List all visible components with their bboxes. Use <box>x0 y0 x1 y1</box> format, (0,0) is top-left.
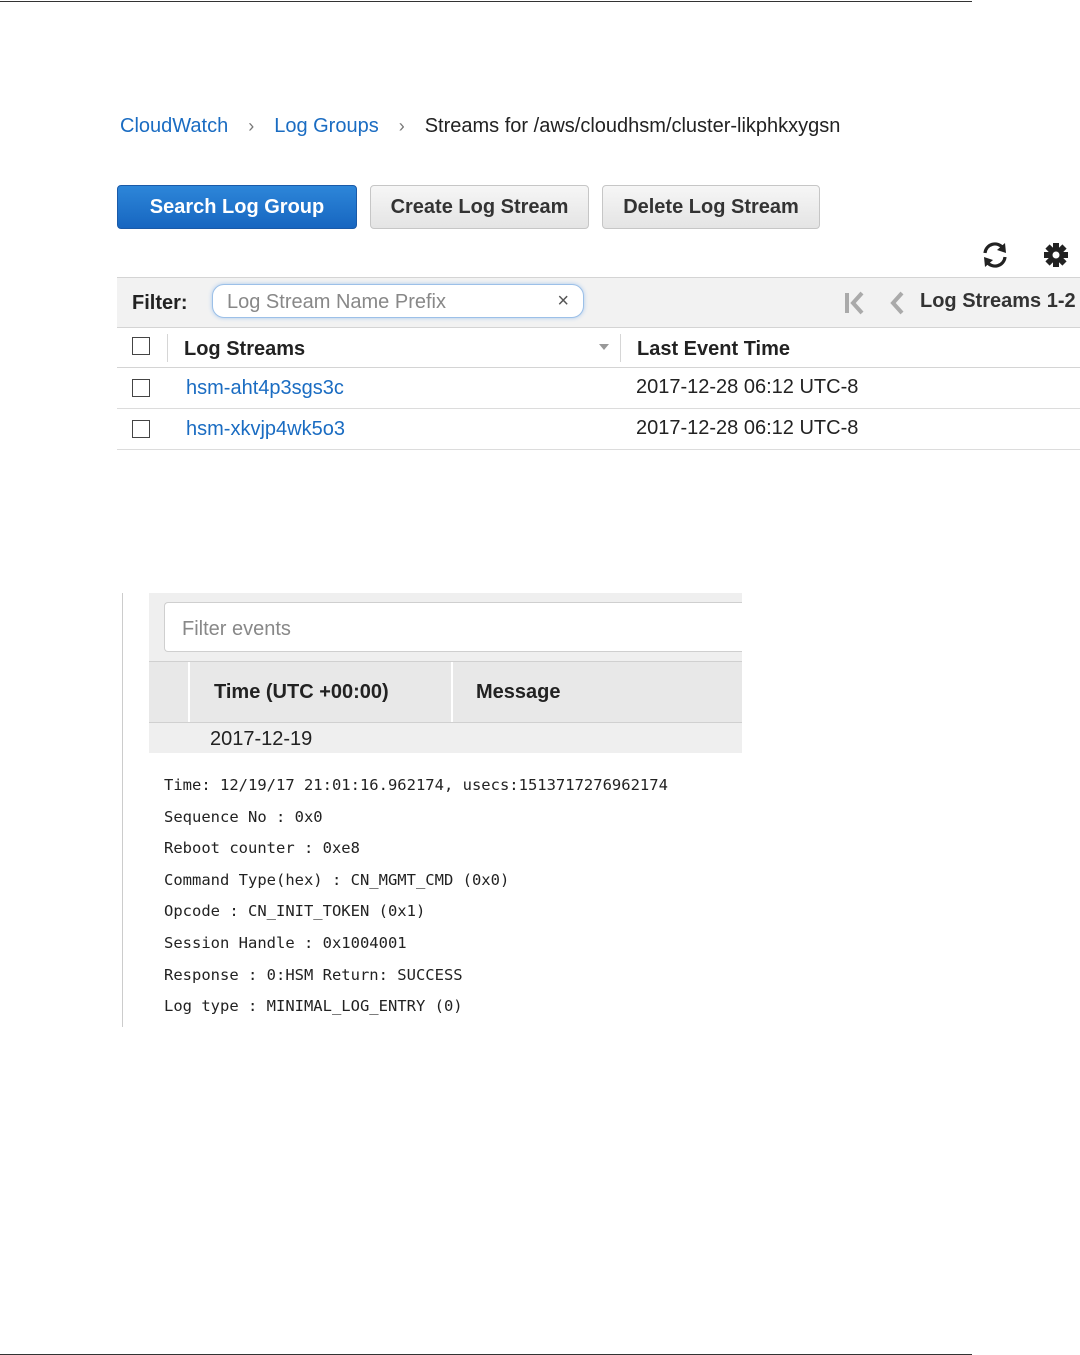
gear-icon <box>1044 243 1068 267</box>
log-line: Opcode : CN_INIT_TOKEN (0x1) <box>164 902 426 921</box>
log-viewer-border <box>122 593 123 1027</box>
event-date-group: 2017-12-19 <box>210 728 313 750</box>
breadcrumb: CloudWatch › Log Groups › Streams for /a… <box>120 112 840 140</box>
column-header-last-event-time[interactable]: Last Event Time <box>637 338 790 361</box>
log-line: Sequence No : 0x0 <box>164 807 323 826</box>
log-stream-link[interactable]: hsm-aht4p3sgs3c <box>186 377 344 400</box>
settings-button[interactable] <box>1039 238 1073 272</box>
log-stream-prefix-filter[interactable]: × <box>212 284 584 318</box>
search-log-group-button[interactable]: Search Log Group <box>117 185 357 229</box>
column-header-message[interactable]: Message <box>476 681 561 704</box>
log-line: Time: 12/19/17 21:01:16.962174, usecs:15… <box>164 776 668 794</box>
breadcrumb-separator: › <box>398 115 405 136</box>
events-table-header: Time (UTC +00:00) Message <box>149 661 742 723</box>
filter-label: Filter: <box>132 292 188 314</box>
last-event-time: 2017-12-28 06:12 UTC-8 <box>636 376 859 398</box>
table-row: hsm-aht4p3sgs3c 2017-12-28 06:12 UTC-8 <box>117 368 1080 409</box>
row-checkbox[interactable] <box>132 420 150 438</box>
column-divider <box>167 334 168 362</box>
delete-log-stream-button[interactable]: Delete Log Stream <box>602 185 820 229</box>
create-log-stream-button[interactable]: Create Log Stream <box>370 185 589 229</box>
clear-filter-icon[interactable]: × <box>557 290 569 313</box>
select-all-checkbox[interactable] <box>132 337 150 355</box>
refresh-button[interactable] <box>978 238 1012 272</box>
filter-events-input[interactable] <box>180 615 724 643</box>
pagination-label: Log Streams 1-2 <box>920 290 1076 312</box>
last-event-time: 2017-12-28 06:12 UTC-8 <box>636 417 859 439</box>
table-header: Log Streams Last Event Time <box>117 328 1080 368</box>
column-divider <box>451 662 453 722</box>
row-checkbox[interactable] <box>132 379 150 397</box>
log-line: Session Handle : 0x1004001 <box>164 933 407 952</box>
log-stream-link[interactable]: hsm-xkvjp4wk5o3 <box>186 418 345 441</box>
breadcrumb-current-page: Streams for /aws/cloudhsm/cluster-likphk… <box>424 114 841 137</box>
breadcrumb-log-groups-link[interactable]: Log Groups <box>274 115 379 138</box>
log-line: Log type : MINIMAL_LOG_ENTRY (0) <box>164 997 463 1016</box>
refresh-icon <box>983 242 1007 268</box>
column-header-log-streams[interactable]: Log Streams <box>184 338 305 361</box>
log-line: Reboot counter : 0xe8 <box>164 839 360 858</box>
log-line: Command Type(hex) : CN_MGMT_CMD (0x0) <box>164 870 510 889</box>
page-top-rule <box>0 1 972 2</box>
log-events-panel: Time (UTC +00:00) Message 2017-12-19 <box>149 593 742 753</box>
previous-page-icon[interactable] <box>887 290 907 316</box>
filter-events-field[interactable] <box>164 602 742 652</box>
log-streams-table: Log Streams Last Event Time hsm-aht4p3sg… <box>117 328 1080 450</box>
filter-bar: Filter: × Log Streams 1-2 <box>117 277 1080 328</box>
sort-caret-icon[interactable] <box>599 344 609 350</box>
log-event-message: Time: 12/19/17 21:01:16.962174, usecs:15… <box>164 774 668 1027</box>
column-divider <box>188 662 190 722</box>
breadcrumb-cloudwatch-link[interactable]: CloudWatch <box>120 115 228 138</box>
log-stream-prefix-input[interactable] <box>225 288 549 316</box>
breadcrumb-separator: › <box>248 115 255 136</box>
column-header-time[interactable]: Time (UTC +00:00) <box>214 681 389 704</box>
column-divider <box>620 334 621 362</box>
first-page-icon[interactable] <box>842 290 868 316</box>
log-line: Response : 0:HSM Return: SUCCESS <box>164 965 463 984</box>
table-row: hsm-xkvjp4wk5o3 2017-12-28 06:12 UTC-8 <box>117 409 1080 450</box>
